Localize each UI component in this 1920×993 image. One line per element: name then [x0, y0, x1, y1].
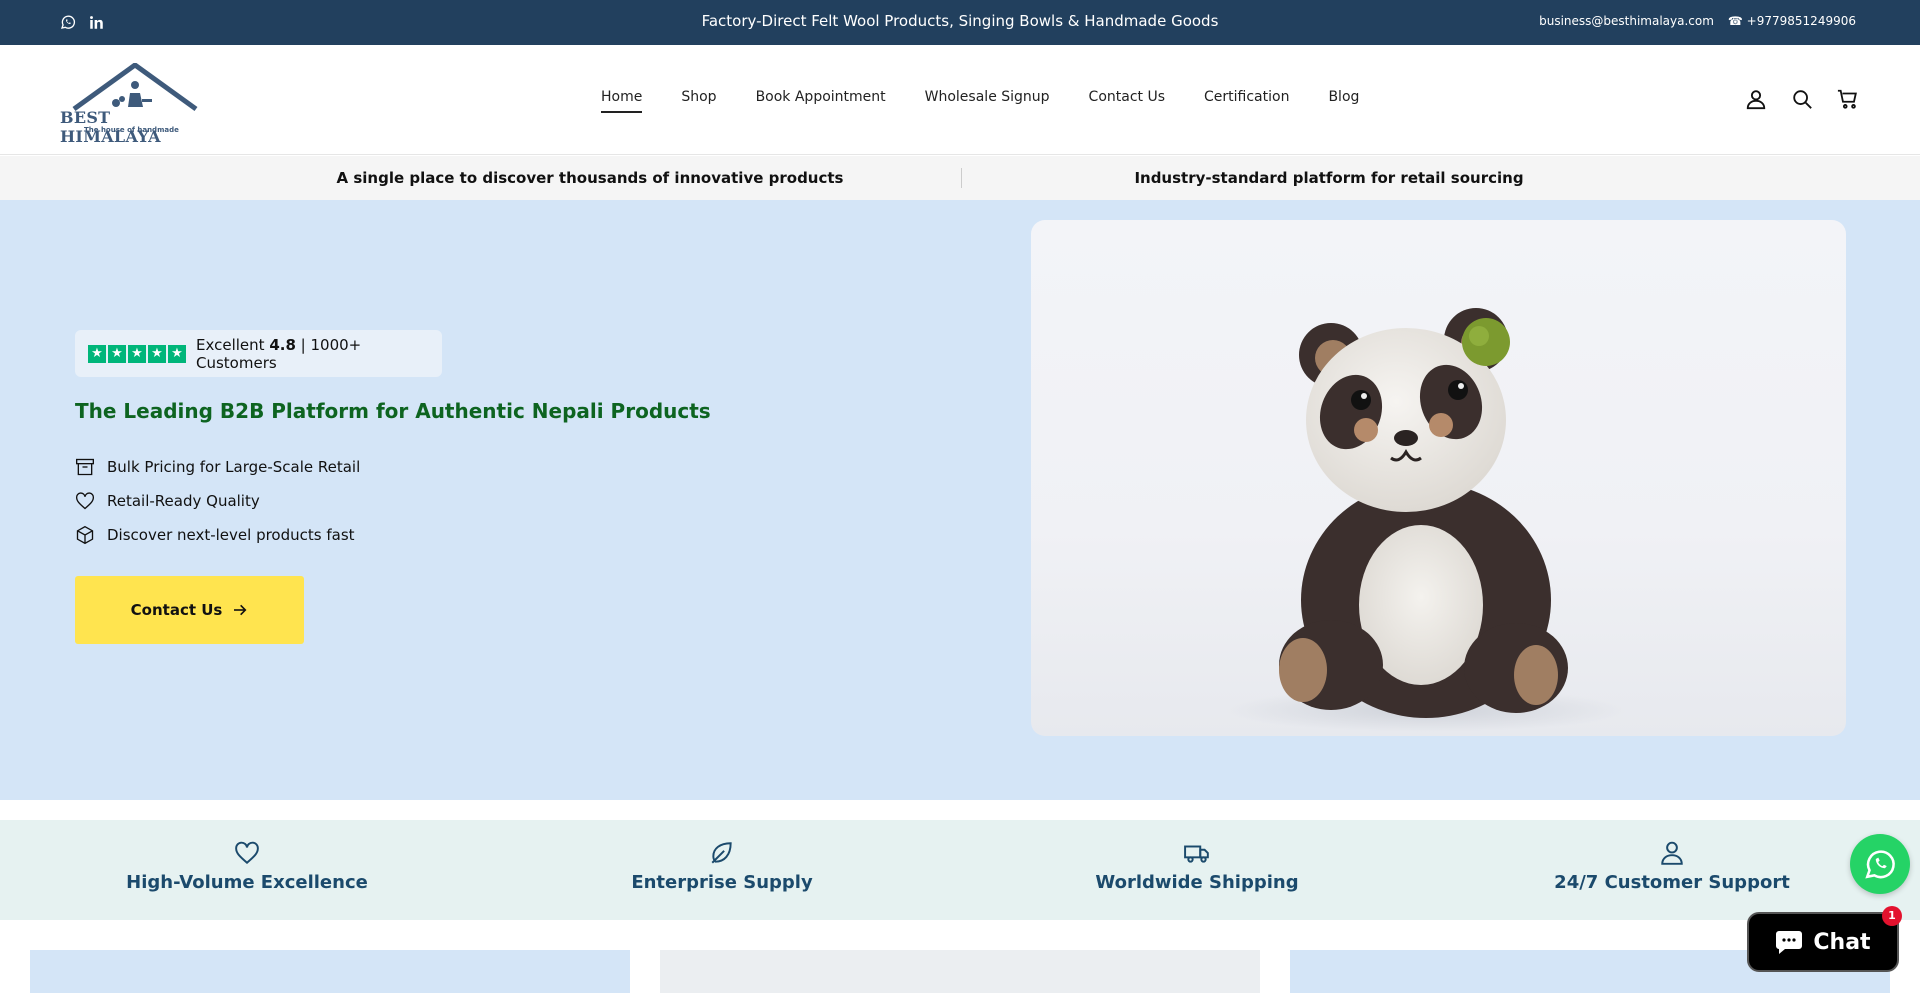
arrow-right-icon: [234, 604, 247, 616]
nav-home[interactable]: Home: [601, 89, 643, 113]
whatsapp-icon: [1865, 850, 1895, 879]
heart-icon: [75, 491, 95, 511]
heart-icon: [235, 841, 259, 865]
trust-item-shipping: Worldwide Shipping: [957, 840, 1437, 893]
star-icon: ★: [128, 344, 146, 363]
logo[interactable]: BEST HIMALAYA The house of handmade: [60, 63, 210, 146]
trust-label: High-Volume Excellence: [126, 872, 368, 893]
list-item: Discover next-level products fast: [75, 518, 360, 552]
chat-label: Chat: [1813, 929, 1871, 955]
main-nav: Home Shop Book Appointment Wholesale Sig…: [601, 89, 1398, 113]
feature-label: Discover next-level products fast: [107, 526, 355, 544]
hero-title: The Leading B2B Platform for Authentic N…: [75, 399, 711, 423]
shop-chat-button[interactable]: Chat: [1747, 912, 1899, 972]
nav-contact-us[interactable]: Contact Us: [1089, 89, 1165, 113]
nav-book-appointment[interactable]: Book Appointment: [756, 89, 886, 113]
hero-image: [1031, 220, 1846, 736]
rating-value: 4.8: [269, 335, 296, 354]
cart-icon[interactable]: [1836, 87, 1860, 111]
value-strip: A single place to discover thousands of …: [0, 156, 1920, 200]
search-icon[interactable]: [1790, 87, 1814, 111]
felt-panda-image: [1226, 308, 1626, 732]
contact-us-button[interactable]: Contact Us: [75, 576, 304, 644]
star-icon: ★: [88, 344, 106, 363]
chat-bubble-icon: [1776, 931, 1803, 954]
strip-message-right: Industry-standard platform for retail so…: [1134, 169, 1524, 187]
rating-badge: ★ ★ ★ ★ ★ Excellent 4.8 | 1000+ Customer…: [75, 330, 442, 377]
trust-item-supply: Enterprise Supply: [482, 840, 962, 893]
list-item: Bulk Pricing for Large-Scale Retail: [75, 450, 360, 484]
header-actions: [1744, 87, 1860, 111]
feature-label: Retail-Ready Quality: [107, 492, 260, 510]
package-icon: [75, 525, 95, 545]
logo-mark-icon: [72, 63, 198, 112]
trust-item-support: 24/7 Customer Support: [1432, 840, 1912, 893]
nav-wholesale-signup[interactable]: Wholesale Signup: [925, 89, 1050, 113]
card-row: [0, 950, 1920, 993]
box-icon: [75, 457, 95, 477]
rating-stars: ★ ★ ★ ★ ★: [88, 344, 186, 363]
account-icon[interactable]: [1744, 87, 1768, 111]
site-header: BEST HIMALAYA The house of handmade Home…: [0, 45, 1920, 155]
rating-text: Excellent 4.8 | 1000+ Customers: [196, 336, 442, 372]
top-contact: business@besthimalaya.com ☎ +97798512499…: [1539, 14, 1856, 28]
trust-bar: High-Volume Excellence Enterprise Supply…: [0, 820, 1920, 920]
nav-blog[interactable]: Blog: [1328, 89, 1359, 113]
truck-icon: [1184, 845, 1209, 863]
announcement-bar: Factory-Direct Felt Wool Products, Singi…: [0, 0, 1920, 45]
user-icon: [1661, 841, 1683, 865]
rating-prefix: Excellent: [196, 335, 265, 354]
collection-card[interactable]: [660, 950, 1260, 993]
star-icon: ★: [108, 344, 126, 363]
trust-label: 24/7 Customer Support: [1554, 872, 1790, 893]
hero-section: ★ ★ ★ ★ ★ Excellent 4.8 | 1000+ Customer…: [0, 200, 1920, 800]
trust-item-volume: High-Volume Excellence: [7, 840, 487, 893]
trust-label: Enterprise Supply: [631, 872, 813, 893]
cta-label: Contact Us: [130, 601, 223, 619]
star-icon: ★: [148, 344, 166, 363]
contact-phone[interactable]: ☎ +9779851249906: [1728, 14, 1856, 28]
leaf-icon: [711, 842, 732, 864]
nav-shop[interactable]: Shop: [681, 89, 716, 113]
logo-tagline: The house of handmade: [84, 126, 179, 134]
trust-label: Worldwide Shipping: [1095, 872, 1299, 893]
collection-card[interactable]: [30, 950, 630, 993]
chat-unread-badge: 1: [1882, 906, 1902, 926]
feature-list: Bulk Pricing for Large-Scale Retail Reta…: [75, 450, 360, 552]
feature-label: Bulk Pricing for Large-Scale Retail: [107, 458, 361, 476]
list-item: Retail-Ready Quality: [75, 484, 360, 518]
contact-email[interactable]: business@besthimalaya.com: [1539, 14, 1714, 28]
whatsapp-chat-button[interactable]: [1850, 834, 1910, 894]
nav-certification[interactable]: Certification: [1204, 89, 1289, 113]
star-icon: ★: [168, 344, 186, 363]
